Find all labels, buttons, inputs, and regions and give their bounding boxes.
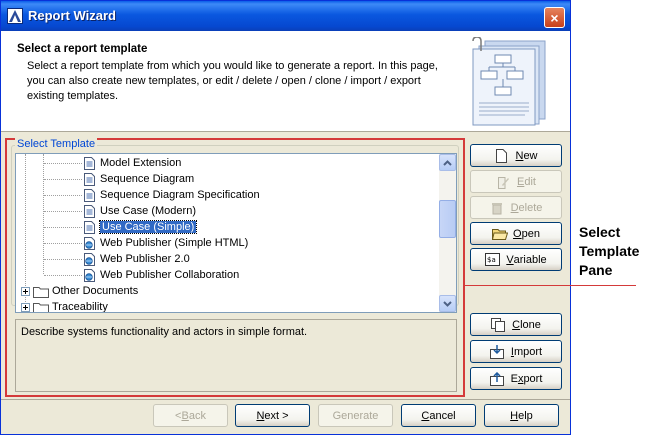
tree-item-web-publisher-simple-html[interactable]: Web Publisher (Simple HTML) [16,235,248,251]
tree-item-other-documents[interactable]: Other Documents [21,283,138,299]
wizard-body: Select Template Model Extension Sequence… [1,133,570,397]
tree-item-label: Model Extension [100,157,182,169]
template-description-text: Describe systems functionality and actor… [21,326,308,338]
scroll-up-button[interactable] [439,154,456,171]
template-description: Describe systems functionality and actor… [15,319,457,392]
edit-icon [496,175,512,189]
folder-icon [33,285,49,298]
select-template-label: Select Template [15,138,98,150]
expand-plus-icon[interactable] [21,286,30,296]
document-icon [84,204,95,218]
tree-item-label: Traceability [52,301,108,313]
tree-item-label: Sequence Diagram Specification [100,189,260,201]
close-button[interactable]: × [544,7,565,28]
footer-separator [1,399,570,400]
document-icon [84,156,95,170]
report-wizard-window: Report Wizard × Select a report template… [0,0,571,435]
web-document-icon [84,236,95,250]
tree-item-label: Web Publisher (Simple HTML) [100,237,249,249]
window-title: Report Wizard [28,8,116,23]
web-document-icon [84,268,95,282]
next-button[interactable]: Next > [235,404,310,427]
callout-label: Select Template Pane [579,224,640,278]
back-button[interactable]: < Back [153,404,228,427]
app-icon [7,8,23,24]
new-button[interactable]: New [470,144,562,167]
page-title: Select a report template [17,43,148,55]
delete-button[interactable]: Delete [470,196,562,219]
edit-button[interactable]: Edit [470,170,562,193]
variable-button[interactable]: $a Variable [470,248,562,271]
page-description: Select a report template from which you … [27,60,438,102]
document-icon [84,220,95,234]
report-template-illustration-icon [467,36,557,127]
wizard-header: Select a report template Select a report… [1,31,570,132]
open-folder-icon [492,227,509,241]
title-bar[interactable]: Report Wizard × [1,1,570,31]
tree-item-label: Use Case (Modern) [100,205,196,217]
clone-button[interactable]: Clone [470,313,562,336]
tree-item-web-publisher-collaboration[interactable]: Web Publisher Collaboration [16,267,239,283]
document-icon [84,188,95,202]
import-button[interactable]: Import [470,340,562,363]
variable-icon: $a [485,252,501,267]
tree-item-label: Web Publisher 2.0 [100,253,190,265]
tree-item-label: Sequence Diagram [100,173,195,185]
web-document-icon [84,252,95,266]
tree-item-sequence-diagram[interactable]: Sequence Diagram [16,171,194,187]
tree-item-label: Other Documents [52,285,139,297]
clone-icon [491,317,507,332]
tree-item-label: Web Publisher Collaboration [100,269,240,281]
new-document-icon [494,148,510,163]
trash-icon [490,201,506,215]
tree-item-label-selected: Use Case (Simple) [98,220,198,234]
generate-button[interactable]: Generate [318,404,393,427]
tree-item-traceability[interactable]: Traceability [21,299,108,313]
tree-item-web-publisher-2[interactable]: Web Publisher 2.0 [16,251,190,267]
tree-item-use-case-modern[interactable]: Use Case (Modern) [16,203,196,219]
folder-icon [33,301,49,312]
tree-item-use-case-simple[interactable]: Use Case (Simple) [16,219,198,235]
template-tree[interactable]: Model Extension Sequence Diagram Sequenc… [15,153,457,313]
tree-item-sequence-diagram-specification[interactable]: Sequence Diagram Specification [16,187,260,203]
chevron-down-icon [443,298,452,310]
chevron-up-icon [443,157,452,169]
open-button[interactable]: Open [470,222,562,245]
help-button[interactable]: Help [484,404,559,427]
import-icon [489,344,506,359]
export-icon [489,371,506,386]
document-icon [84,172,95,186]
tree-scrollbar[interactable] [439,154,456,312]
svg-text:$a: $a [487,256,496,264]
scroll-thumb[interactable] [439,200,456,238]
callout-line [464,285,636,286]
tree-item-model-extension[interactable]: Model Extension [16,155,181,171]
scroll-down-button[interactable] [439,295,456,312]
export-button[interactable]: Ex port [470,367,562,390]
close-icon: × [550,9,559,26]
cancel-button[interactable]: Cancel [401,404,476,427]
expand-plus-icon[interactable] [21,302,30,312]
